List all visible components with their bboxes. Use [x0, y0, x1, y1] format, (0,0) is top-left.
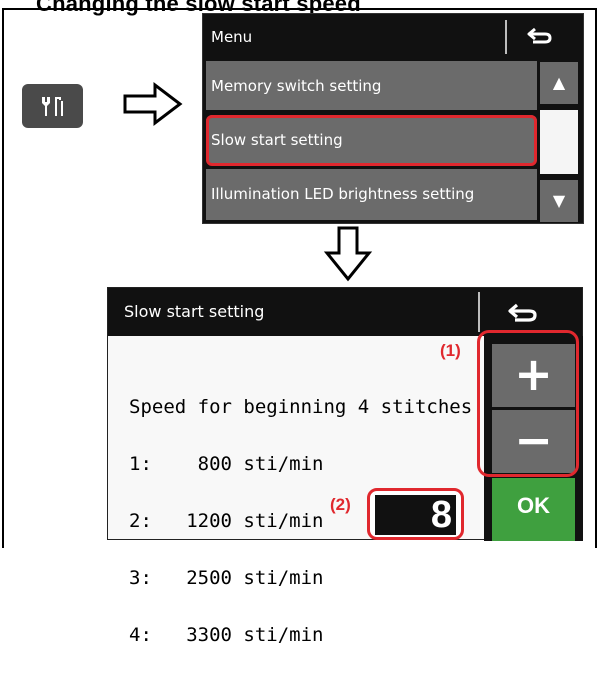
callout-2: (2): [330, 495, 351, 514]
hollow-arrow-down-icon: [323, 226, 373, 282]
plus-minus-highlight: [477, 330, 579, 477]
menu-title: Menu: [211, 28, 253, 46]
screen-header: Slow start setting: [108, 288, 582, 336]
menu-list: Memory switch setting Slow start setting…: [206, 61, 537, 221]
menu-screen: Menu Memory switch setting Slow start se…: [202, 13, 584, 224]
value-field-highlight: 8: [367, 488, 464, 540]
speed-heading: Speed for beginning 4 stitches: [129, 396, 473, 418]
speed-row: 3: 2500 sti/min: [129, 567, 324, 589]
menu-item-label: Memory switch setting: [211, 77, 382, 95]
scroll-track[interactable]: [540, 110, 578, 174]
menu-item-memory-switch[interactable]: Memory switch setting: [206, 61, 537, 112]
scroll-up-button[interactable]: ▲: [540, 62, 578, 104]
return-arrow-icon[interactable]: [508, 302, 538, 324]
menu-item-illumination-led[interactable]: Illumination LED brightness setting: [206, 169, 537, 220]
header-divider: [478, 292, 480, 332]
scroll-down-button[interactable]: ▼: [540, 180, 578, 222]
ok-button[interactable]: OK: [492, 478, 575, 541]
menu-item-label: Illumination LED brightness setting: [211, 185, 475, 203]
return-arrow-icon[interactable]: [527, 26, 553, 46]
hollow-arrow-right-icon: [123, 81, 183, 127]
callout-1: (1): [440, 341, 461, 360]
header-divider: [505, 20, 507, 54]
speed-row: 1: 800 sti/min: [129, 453, 324, 475]
speed-row: 4: 3300 sti/min: [129, 624, 324, 646]
settings-tools-button[interactable]: [22, 84, 83, 128]
menu-header: Menu: [203, 14, 583, 60]
settings-tools-icon: [41, 97, 63, 116]
menu-item-label: Slow start setting: [211, 131, 343, 149]
menu-item-slow-start[interactable]: Slow start setting: [206, 115, 537, 166]
scrollbar[interactable]: ▲ ▼: [540, 62, 578, 222]
screen-title: Slow start setting: [124, 302, 265, 321]
speed-value-display: 8: [375, 495, 456, 535]
